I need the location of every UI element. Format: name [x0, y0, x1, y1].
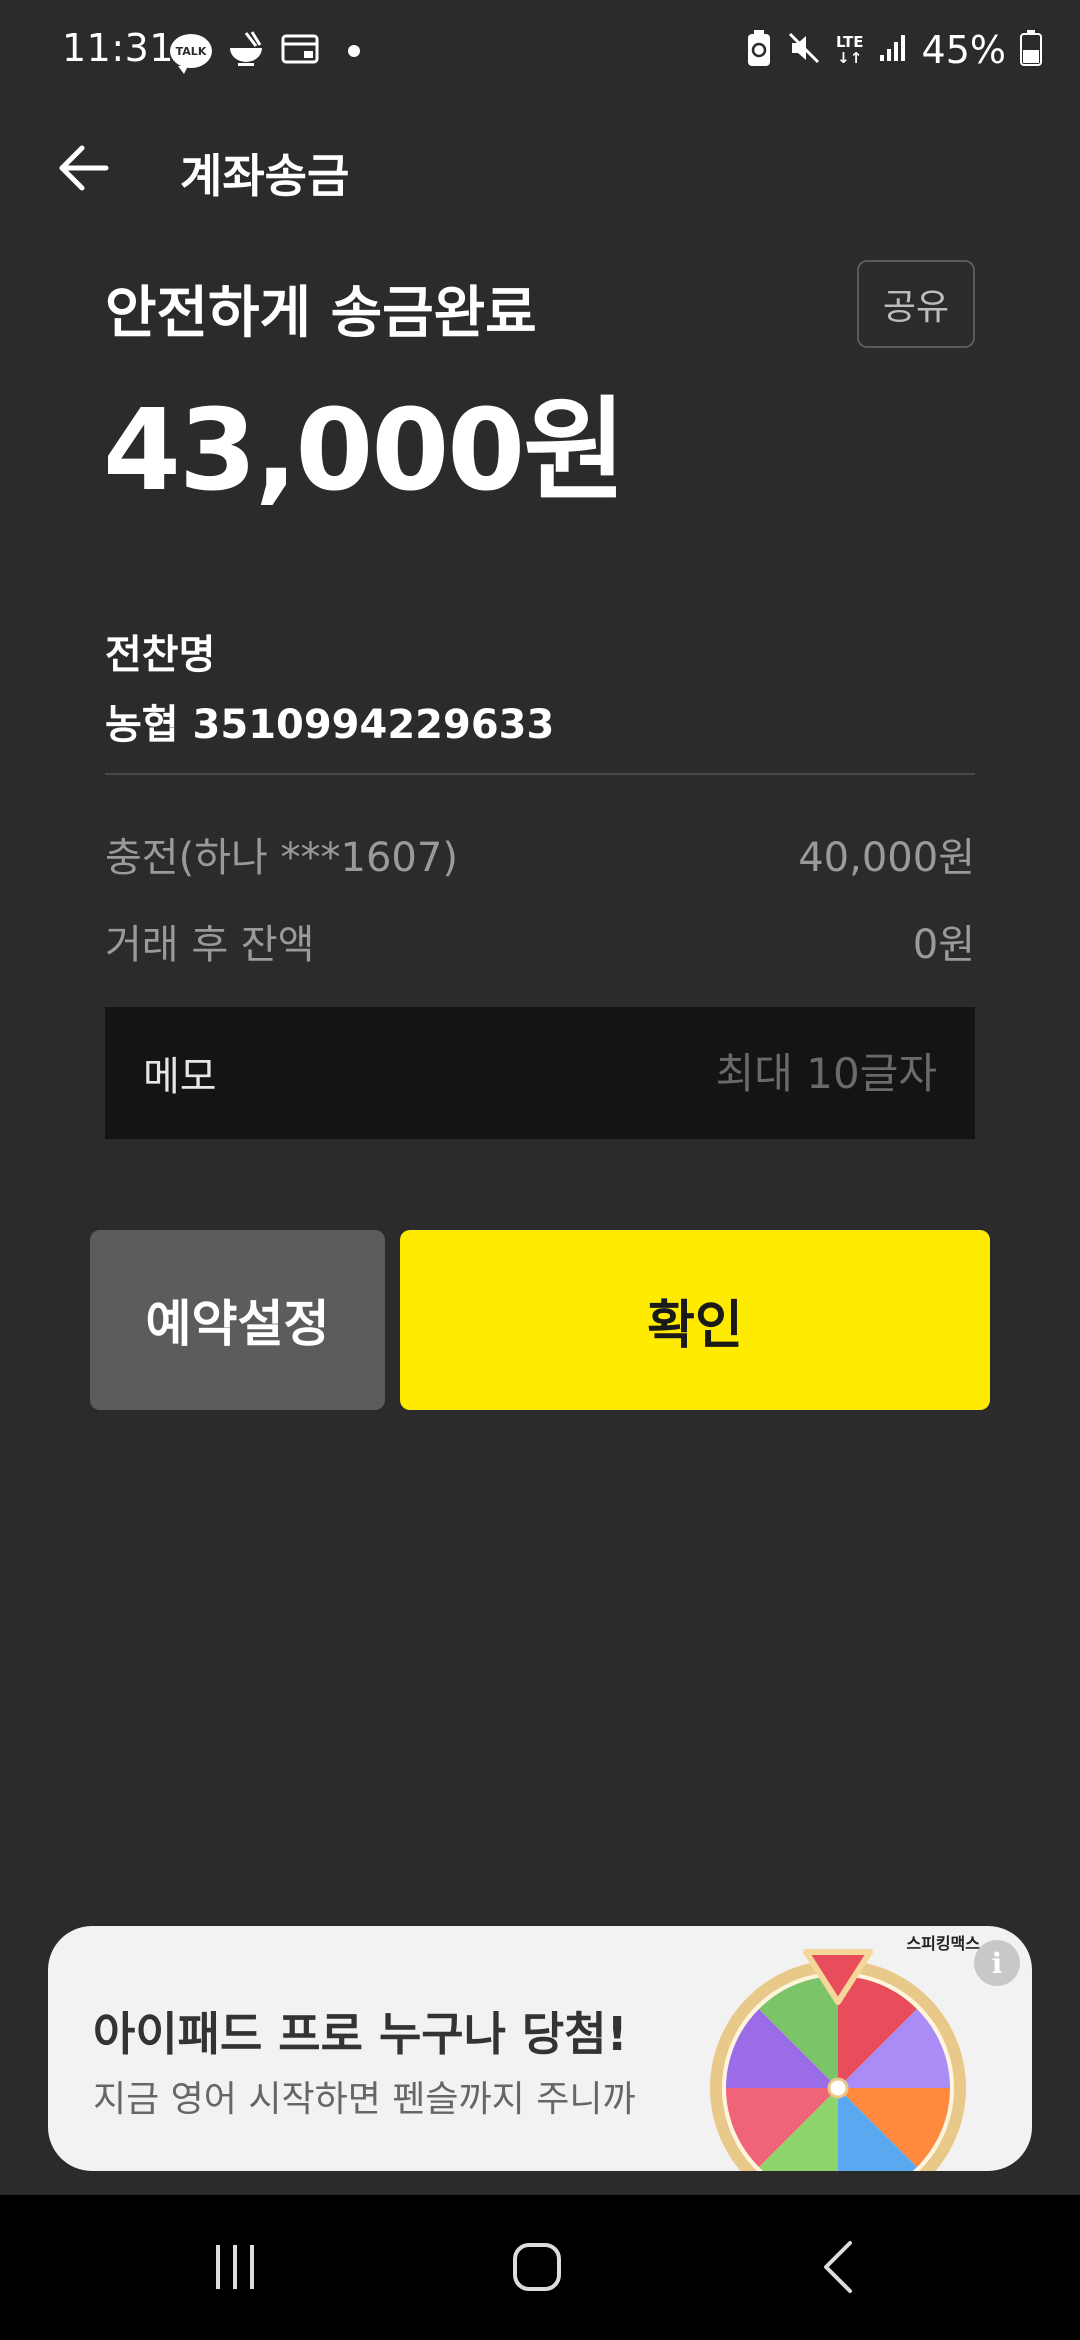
- back-arrow-icon: [59, 145, 109, 191]
- ad-info-icon[interactable]: i: [974, 1940, 1020, 1986]
- prize-wheel-icon: [710, 1949, 966, 2171]
- balance-value: 0원: [912, 922, 975, 968]
- chevron-left-icon: [824, 2241, 852, 2293]
- back-button[interactable]: [50, 134, 118, 202]
- notification-icons: TALK: [170, 30, 360, 74]
- battery-percent: 45%: [921, 28, 1006, 72]
- food-bowl-icon: [226, 30, 266, 72]
- memo-input[interactable]: [517, 1048, 937, 1098]
- balance-row: 거래 후 잔액 0원: [105, 912, 975, 970]
- battery-saver-icon: [746, 29, 772, 71]
- charge-row: 충전(하나 ***1607) 40,000원: [105, 825, 975, 883]
- network-type: LTE: [835, 33, 864, 51]
- system-navigation-bar: [0, 2195, 1080, 2340]
- recent-apps-button[interactable]: [185, 2225, 285, 2309]
- recipient-name: 전찬명: [105, 632, 216, 678]
- transfer-status-text: 안전하게 송금완료: [105, 281, 537, 346]
- memo-label: 메모: [143, 1054, 217, 1100]
- system-back-button[interactable]: [790, 2225, 890, 2309]
- ad-subtitle: 지금 영어 시작하면 펜슬까지 주니까: [93, 2079, 636, 2120]
- app-header: 계좌송금: [0, 120, 1080, 216]
- signal-icon: [878, 33, 908, 67]
- balance-label: 거래 후 잔액: [105, 922, 315, 968]
- card-icon: [280, 32, 320, 70]
- reserve-settings-button[interactable]: 예약설정: [90, 1230, 385, 1410]
- charge-value: 40,000원: [798, 835, 975, 881]
- ad-title: 아이패드 프로 누구나 당첨!: [93, 2007, 628, 2061]
- mute-icon: [786, 30, 822, 70]
- ad-banner[interactable]: 아이패드 프로 누구나 당첨! 지금 영어 시작하면 펜슬까지 주니까 스피킹맥…: [48, 1926, 1032, 2171]
- transfer-amount: 43,000원: [103, 386, 626, 516]
- page-title: 계좌송금: [180, 149, 350, 203]
- status-time: 11:31: [62, 26, 175, 70]
- system-status-icons: LTE ↓↑ 45%: [746, 28, 1042, 72]
- more-notifications-dot-icon: [348, 45, 360, 57]
- confirm-button[interactable]: 확인: [400, 1230, 990, 1410]
- kakaotalk-icon: TALK: [170, 34, 212, 74]
- lte-icon: LTE ↓↑: [835, 33, 864, 67]
- recipient-account: 농협 3510994229633: [105, 702, 555, 748]
- status-bar: 11:31 TALK LTE ↓↑ 45%: [0, 0, 1080, 100]
- divider: [105, 773, 975, 775]
- share-button[interactable]: 공유: [857, 260, 975, 348]
- ad-brand: 스피킹맥스: [906, 1934, 980, 1953]
- charge-label: 충전(하나 ***1607): [105, 835, 458, 881]
- recent-apps-icon: [216, 2245, 254, 2289]
- memo-field[interactable]: 메모: [105, 1007, 975, 1139]
- home-button[interactable]: [487, 2225, 587, 2309]
- battery-icon: [1020, 30, 1042, 70]
- home-icon: [513, 2243, 561, 2291]
- transfer-complete-screen: 11:31 TALK LTE ↓↑ 45% 계좌송금 안전하게 송금완료 43,…: [0, 0, 1080, 2340]
